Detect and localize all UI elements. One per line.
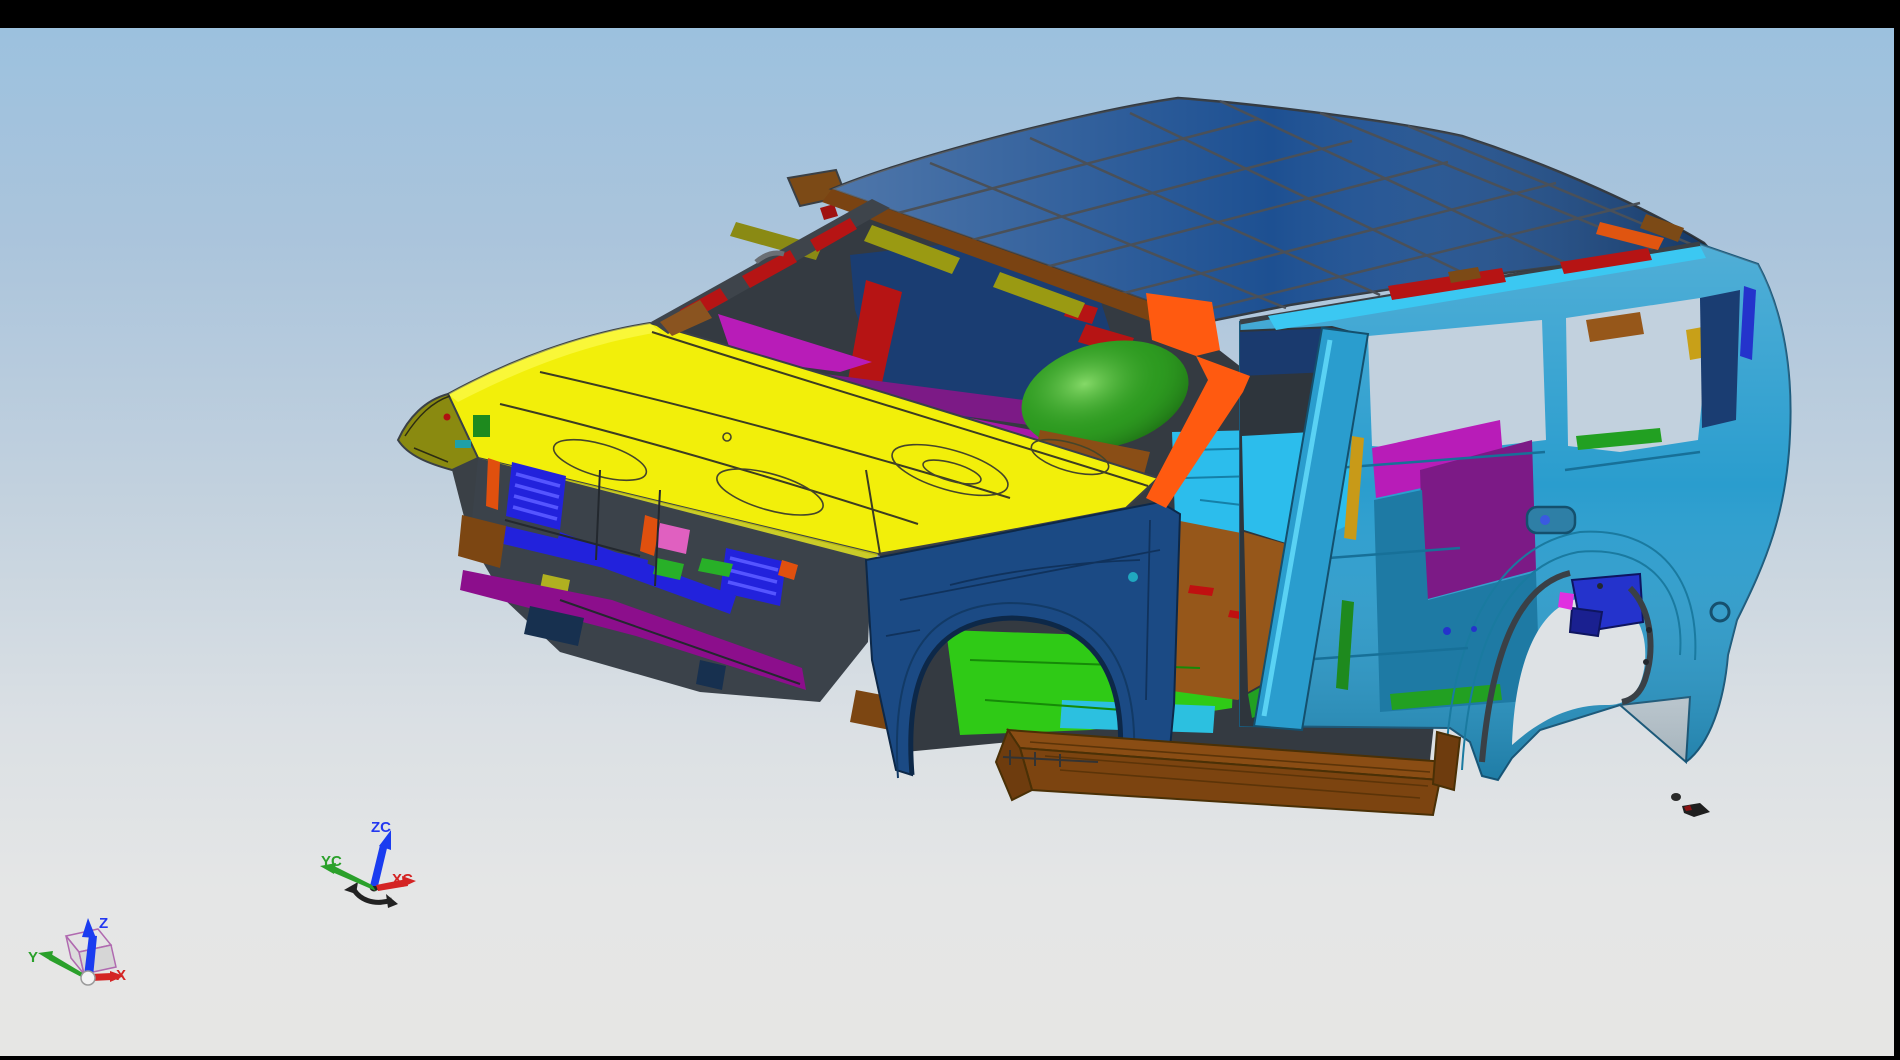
lamp-green-clip (473, 415, 490, 437)
model-viewport-graphics: ZC YC XC Z Y X (0, 0, 1900, 1060)
lamp-red-dot (444, 414, 451, 421)
wcs-triad[interactable]: ZC YC XC (320, 819, 416, 908)
arch-bolt-dot-1 (1646, 627, 1652, 633)
abs-z-label[interactable]: Z (99, 915, 108, 932)
arch-bolt-dot-2 (1643, 659, 1649, 665)
rocker-dot-1 (1443, 627, 1451, 635)
abs-y-label[interactable]: Y (28, 949, 38, 966)
rocker-step-rear-cap (1433, 732, 1460, 790)
window-frame-top (0, 0, 1900, 28)
d-pillar-inner-navy[interactable] (1700, 290, 1740, 428)
window-frame-right (1894, 0, 1900, 1060)
arch-bolt-dot-3 (1597, 583, 1603, 589)
abs-x-label[interactable]: X (116, 967, 126, 984)
wcs-y-label[interactable]: YC (321, 853, 342, 870)
fuel-door-recess[interactable] (1527, 507, 1575, 533)
abs-origin-ball[interactable] (81, 971, 95, 985)
wcs-x-label[interactable]: XC (392, 871, 413, 888)
fuel-door-glint (1540, 515, 1550, 525)
rocker-dot-2 (1471, 626, 1477, 632)
window-frame-bottom (0, 1056, 1900, 1060)
loose-parts[interactable] (1671, 793, 1710, 817)
fender-hole (1128, 572, 1138, 582)
absolute-triad[interactable]: Z Y X (28, 915, 126, 985)
debris-dot[interactable] (1671, 793, 1681, 801)
rear-arch-bracket-side (1570, 608, 1602, 636)
rear-arch-magenta-sliver (1558, 592, 1574, 610)
cad-application-window: ZC YC XC Z Y X (0, 0, 1900, 1060)
wcs-z-label[interactable]: ZC (371, 819, 391, 836)
wcs-z-axis[interactable] (370, 830, 391, 886)
lamp-teal-clip (455, 440, 471, 448)
